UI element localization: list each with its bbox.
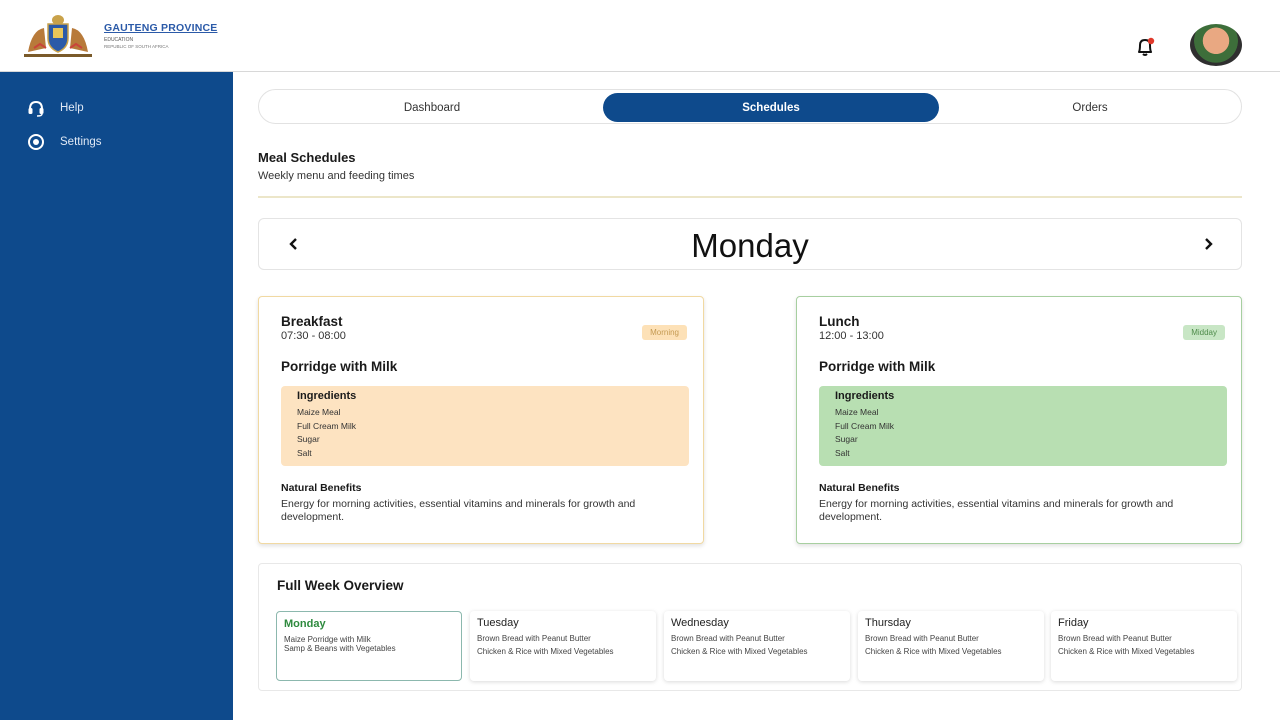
user-avatar[interactable]	[1190, 24, 1242, 66]
headset-icon	[26, 98, 46, 118]
benefits-text: Energy for morning activities, essential…	[281, 498, 636, 523]
ingredient-item: Maize Meal	[297, 407, 341, 417]
meal-time: 12:00 - 13:00	[819, 330, 884, 342]
meal-time: 07:30 - 08:00	[281, 330, 346, 342]
meal-period-badge: Morning	[642, 325, 687, 340]
ingredients-heading: Ingredients	[297, 390, 357, 402]
day-card-thursday[interactable]: Thursday Brown Bread with Peanut Butter …	[858, 611, 1044, 681]
sidebar-item-help[interactable]: Help	[26, 98, 84, 118]
next-day-button[interactable]	[1195, 231, 1221, 257]
day-name: Tuesday	[477, 617, 519, 629]
day-meal: Chicken & Rice with Mixed Vegetables	[671, 647, 808, 656]
chevron-right-icon	[1205, 238, 1213, 250]
sidebar-item-label: Help	[60, 102, 84, 114]
day-card-wednesday[interactable]: Wednesday Brown Bread with Peanut Butter…	[664, 611, 850, 681]
ingredients-box: Ingredients Maize Meal Full Cream Milk S…	[281, 386, 689, 466]
sidebar-item-settings[interactable]: Settings	[26, 132, 102, 152]
page-subtitle: Weekly menu and feeding times	[258, 170, 415, 182]
week-overview-title: Full Week Overview	[277, 578, 404, 593]
current-day-title: Monday	[691, 227, 809, 264]
day-navigator: Monday	[258, 218, 1242, 270]
dish-name: Porridge with Milk	[281, 359, 398, 374]
notifications-bell-icon[interactable]	[1132, 34, 1158, 60]
ingredient-item: Salt	[835, 447, 850, 458]
meal-period-badge: Midday	[1183, 325, 1225, 340]
day-meal: Brown Bread with Peanut Butter	[865, 634, 979, 643]
ingredient-item: Salt	[297, 447, 312, 458]
week-overview: Full Week Overview Monday Maize Porridge…	[258, 563, 1242, 691]
meal-card-breakfast: Breakfast 07:30 - 08:00 Morning Porridge…	[258, 296, 704, 544]
logo-title: GAUTENG PROVINCE	[104, 21, 218, 34]
settings-icon	[26, 132, 46, 152]
ingredient-item: Sugar	[835, 434, 858, 444]
page-title: Meal Schedules	[258, 150, 356, 165]
day-card-tuesday[interactable]: Tuesday Brown Bread with Peanut Butter C…	[470, 611, 656, 681]
sidebar: Help Settings	[0, 72, 233, 720]
day-meal: Brown Bread with Peanut Butter	[1058, 634, 1172, 643]
day-name: Monday	[284, 618, 326, 630]
ingredient-item: Full Cream Milk	[835, 420, 895, 431]
day-meal: Maize Porridge with Milk	[284, 635, 371, 644]
section-divider	[258, 196, 1242, 198]
main-tabs: Dashboard Schedules Orders	[258, 89, 1242, 124]
top-bar: GAUTENG PROVINCE EDUCATION REPUBLIC OF S…	[0, 0, 1280, 72]
dish-name: Porridge with Milk	[819, 359, 936, 374]
meal-card-lunch: Lunch 12:00 - 13:00 Midday Porridge with…	[796, 296, 1242, 544]
day-name: Thursday	[865, 617, 911, 629]
meal-name: Breakfast	[281, 314, 343, 329]
ingredients-heading: Ingredients	[835, 390, 895, 402]
ingredient-item: Full Cream Milk	[297, 420, 357, 431]
day-name: Friday	[1058, 617, 1089, 629]
ingredient-item: Maize Meal	[835, 407, 879, 417]
day-meal: Chicken & Rice with Mixed Vegetables	[865, 647, 1002, 656]
day-meal: Samp & Beans with Vegetables	[284, 644, 396, 653]
logo-country: REPUBLIC OF SOUTH AFRICA	[104, 43, 169, 49]
sidebar-item-label: Settings	[60, 136, 102, 148]
day-card-friday[interactable]: Friday Brown Bread with Peanut Butter Ch…	[1051, 611, 1237, 681]
gauteng-logo[interactable]: GAUTENG PROVINCE EDUCATION REPUBLIC OF S…	[20, 12, 217, 58]
coat-of-arms-icon	[24, 15, 92, 57]
benefits-heading: Natural Benefits	[819, 482, 900, 494]
ingredient-item: Sugar	[297, 434, 320, 444]
benefits-heading: Natural Benefits	[281, 482, 362, 494]
logo-subtitle: EDUCATION	[104, 36, 134, 43]
tab-orders[interactable]: Orders	[941, 93, 1239, 122]
day-name: Wednesday	[671, 617, 729, 629]
day-meal: Chicken & Rice with Mixed Vegetables	[1058, 647, 1195, 656]
day-card-monday[interactable]: Monday Maize Porridge with Milk Samp & B…	[276, 611, 462, 681]
benefits-text: Energy for morning activities, essential…	[819, 498, 1174, 523]
day-meal: Brown Bread with Peanut Butter	[671, 634, 785, 643]
tab-dashboard[interactable]: Dashboard	[262, 93, 602, 122]
day-meal: Brown Bread with Peanut Butter	[477, 634, 591, 643]
tab-schedules[interactable]: Schedules	[603, 93, 939, 122]
day-meal: Chicken & Rice with Mixed Vegetables	[477, 647, 614, 656]
ingredients-box: Ingredients Maize Meal Full Cream Milk S…	[819, 386, 1227, 466]
meal-name: Lunch	[819, 314, 860, 329]
